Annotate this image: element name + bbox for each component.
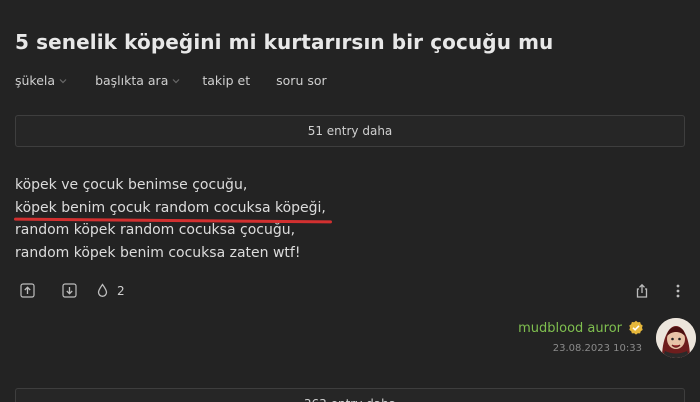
author-avatar[interactable]	[656, 318, 696, 358]
author-name-link[interactable]: mudblood auror	[518, 321, 622, 336]
entry-line: random köpek benim cocuksa zaten wtf!	[15, 244, 301, 261]
entry-line: köpek benim çocuk random cocuksa köpeği,	[15, 199, 326, 216]
entry-author: mudblood auror	[518, 320, 644, 336]
search-in-topic-dropdown[interactable]: başlıkta ara	[95, 73, 180, 88]
search-in-topic-label: başlıkta ara	[95, 73, 169, 88]
follow-link[interactable]: takip et	[202, 73, 250, 88]
verified-badge-icon	[628, 320, 644, 336]
ask-question-link[interactable]: soru sor	[276, 73, 327, 88]
share-icon[interactable]	[634, 283, 650, 299]
entry-actions: 2	[20, 283, 125, 298]
more-entries-button-top[interactable]: 51 entry daha	[15, 115, 685, 147]
topic-title[interactable]: 5 senelik köpeğini mi kurtarırsın bir ço…	[15, 30, 553, 54]
chevron-down-icon	[172, 77, 180, 85]
favorite-drop-icon[interactable]	[95, 283, 110, 298]
entry-date-link[interactable]: 23.08.2023 10:33	[553, 343, 642, 354]
more-entries-button-bottom[interactable]: 363 entry daha	[15, 388, 685, 402]
upvote-icon[interactable]	[20, 283, 35, 298]
favorite-count[interactable]: 2	[117, 284, 125, 298]
downvote-icon[interactable]	[62, 283, 77, 298]
topic-subnav: şükela başlıkta ara takip et soru sor	[15, 73, 327, 88]
sort-sukela-dropdown[interactable]: şükela	[15, 73, 67, 88]
entry-line: köpek ve çocuk benimse çocuğu,	[15, 177, 248, 193]
sort-sukela-label: şükela	[15, 73, 56, 88]
more-options-icon[interactable]	[671, 283, 685, 299]
chevron-down-icon	[59, 77, 67, 85]
